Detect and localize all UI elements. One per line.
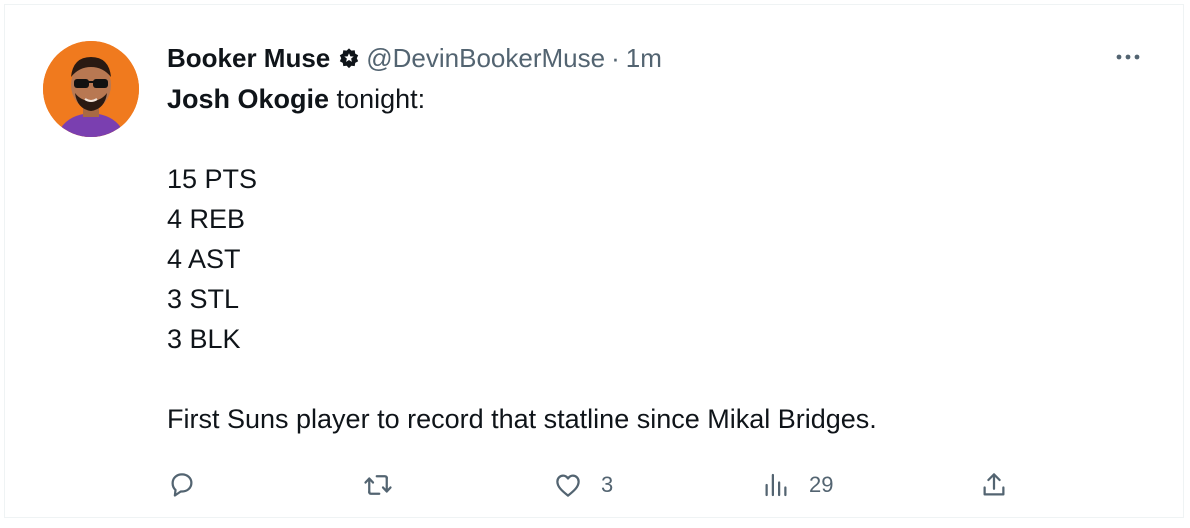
tweet-body: Booker Muse @DevinBookerMuse · 1m Josh O… — [167, 41, 1143, 439]
action-bar: 3 29 — [167, 467, 1017, 503]
retweet-icon — [364, 475, 392, 495]
intro-suffix: tonight: — [329, 84, 426, 114]
like-button[interactable]: 3 — [553, 470, 613, 500]
stat-line: 15 PTS — [167, 164, 258, 194]
separator-dot: · — [611, 42, 620, 73]
retweet-button[interactable] — [363, 470, 411, 500]
tweet-text: Josh Okogie tonight: 15 PTS 4 REB 4 AST … — [167, 79, 1143, 439]
stat-line: 3 BLK — [167, 324, 241, 354]
mention-link[interactable]: Josh Okogie — [167, 84, 329, 114]
views-button[interactable]: 29 — [761, 470, 833, 500]
tweet-intro-line: Josh Okogie tonight: — [167, 79, 1143, 119]
avatar-illustration-icon — [43, 41, 139, 137]
share-button[interactable] — [979, 470, 1027, 500]
share-icon — [983, 473, 1005, 496]
reply-button[interactable] — [167, 470, 215, 500]
display-name[interactable]: Booker Muse — [167, 43, 330, 74]
closing-line: First Suns player to record that statlin… — [167, 404, 877, 434]
stat-line: 3 STL — [167, 284, 240, 314]
like-count: 3 — [601, 472, 614, 497]
verified-badge-icon — [338, 47, 360, 69]
avatar[interactable] — [43, 41, 139, 137]
stat-line: 4 REB — [167, 204, 246, 234]
heart-icon — [556, 474, 580, 497]
stat-line: 4 AST — [167, 244, 241, 274]
user-handle[interactable]: @DevinBookerMuse — [366, 43, 605, 74]
views-count: 29 — [809, 472, 834, 497]
tweet-card[interactable]: Booker Muse @DevinBookerMuse · 1m Josh O… — [4, 4, 1184, 518]
timestamp[interactable]: 1m — [626, 43, 662, 74]
stats-list: 15 PTS 4 REB 4 AST 3 STL 3 BLK — [167, 159, 1143, 359]
more-options-icon[interactable] — [1113, 45, 1143, 69]
analytics-icon — [765, 473, 787, 497]
tweet-header: Booker Muse @DevinBookerMuse · 1m — [167, 41, 1143, 75]
reply-icon — [171, 473, 193, 497]
